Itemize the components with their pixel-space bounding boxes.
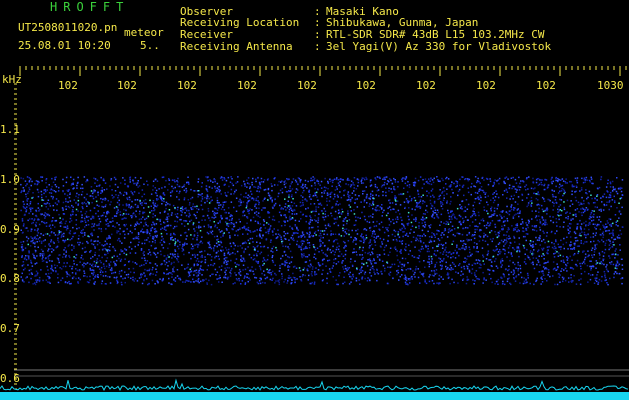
header-key-antenna: Receiving Antenna	[180, 40, 293, 53]
x-tick-label: 1030	[597, 79, 624, 92]
x-tick-label: 102	[58, 79, 78, 92]
y-tick-label: 0.9	[0, 223, 20, 236]
x-tick-label: 102	[237, 79, 257, 92]
x-tick-label: 102	[536, 79, 556, 92]
spectrogram	[0, 66, 629, 400]
y-tick-label: 0.8	[0, 272, 20, 285]
x-tick-label: 102	[177, 79, 197, 92]
x-tick-label: 102	[356, 79, 376, 92]
app-brand: HROFFT	[50, 0, 130, 14]
y-tick-label: 1.0	[0, 173, 20, 186]
y-tick-label: 0.7	[0, 322, 20, 335]
y-tick-label: 0.6	[0, 372, 20, 385]
x-tick-label: 102	[117, 79, 137, 92]
file-name: UT2508011020.pn	[18, 21, 118, 34]
meteor-label: meteor	[124, 26, 164, 39]
x-tick-label: 102	[297, 79, 317, 92]
baseline-fill	[0, 392, 629, 400]
x-tick-label: 102	[416, 79, 436, 92]
header-colon: :	[314, 40, 321, 53]
y-tick-label: 1.1	[0, 123, 20, 136]
x-tick-label: 102	[476, 79, 496, 92]
header-value-antenna: 3el Yagi(V) Az 330 for Vladivostok	[326, 40, 552, 53]
baseline-trace	[0, 378, 629, 391]
count-value: 5..	[140, 39, 160, 52]
axis-unit: kHz	[2, 73, 22, 86]
date-time: 25.08.01 10:20	[18, 39, 111, 52]
